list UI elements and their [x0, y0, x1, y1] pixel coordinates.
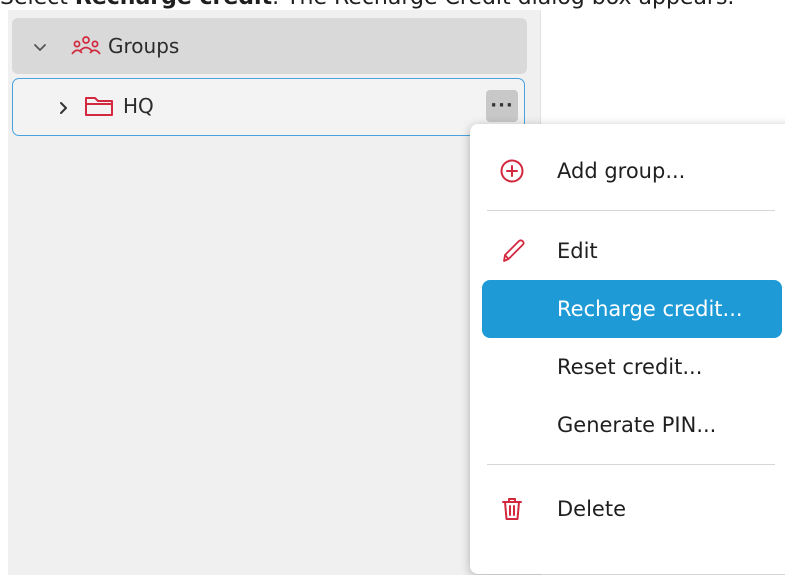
instruction-caption: Select Recharge credit. The Recharge Cre… [0, 0, 785, 10]
chevron-right-icon[interactable] [53, 98, 73, 118]
menu-separator [487, 210, 775, 211]
trash-icon [502, 498, 522, 520]
menu-item-label: Add group... [557, 159, 686, 183]
menu-item-edit[interactable]: Edit [482, 222, 782, 280]
menu-item-label: Generate PIN... [557, 413, 717, 437]
caption-bold: Recharge credit [75, 0, 272, 10]
groups-tree-node[interactable]: Groups [12, 18, 527, 74]
more-options-icon: ··· [490, 95, 514, 116]
menu-item-generate-pin[interactable]: Generate PIN... [482, 396, 782, 454]
hq-label: HQ [123, 94, 154, 118]
menu-item-label: Delete [557, 497, 626, 521]
chevron-down-icon[interactable] [30, 37, 50, 57]
menu-item-reset-credit[interactable]: Reset credit... [482, 338, 782, 396]
menu-item-label: Recharge credit... [557, 297, 743, 321]
caption-prefix: Select [0, 0, 75, 10]
menu-item-label: Reset credit... [557, 355, 703, 379]
folder-icon [85, 97, 113, 116]
menu-item-label: Edit [557, 239, 598, 263]
context-menu: Add group... Edit Recharge credit... Res… [470, 124, 785, 574]
menu-item-add-group[interactable]: Add group... [482, 142, 782, 200]
users-group-icon [71, 36, 101, 55]
plus-circle-icon [500, 159, 524, 183]
groups-label: Groups [108, 34, 180, 58]
menu-item-delete[interactable]: Delete [482, 480, 782, 538]
menu-separator [487, 464, 775, 465]
more-options-button[interactable]: ··· [486, 90, 518, 122]
pencil-icon [503, 239, 525, 262]
tree-item-hq[interactable]: HQ ··· [12, 78, 525, 136]
caption-suffix: . The Recharge Credit dialog box appears… [272, 0, 734, 10]
menu-item-recharge-credit[interactable]: Recharge credit... [482, 280, 782, 338]
